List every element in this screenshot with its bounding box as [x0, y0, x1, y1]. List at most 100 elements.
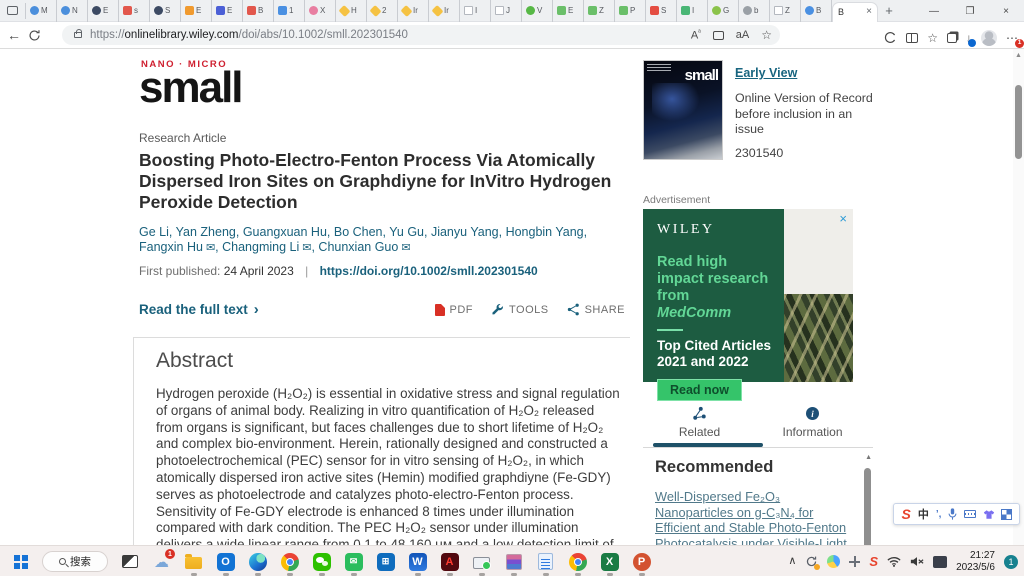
journal-cover-image[interactable]: small — [643, 60, 723, 160]
acrobat-button[interactable]: A — [439, 551, 460, 572]
ime-language-toggle[interactable]: 中 — [918, 506, 929, 522]
recommended-article-link[interactable]: Well-Dispersed Fe₂O₃ Nanoparticles on g-… — [655, 489, 847, 545]
sogou-tray-icon[interactable]: S — [869, 554, 878, 569]
sidebar-scrollbar[interactable] — [864, 468, 871, 545]
browser-tab[interactable]: s — [119, 0, 150, 22]
maximize-button[interactable]: ❐ — [952, 0, 988, 22]
tab-related[interactable]: Related — [643, 400, 756, 443]
excel-button[interactable]: X — [599, 551, 620, 572]
chrome-button[interactable] — [279, 551, 300, 572]
browser-tab[interactable]: E — [553, 0, 584, 22]
split-screen-icon[interactable] — [906, 33, 918, 43]
browser-tab[interactable]: 2 — [367, 0, 398, 22]
wifi-icon[interactable] — [887, 556, 901, 567]
browser-tab[interactable]: b — [739, 0, 770, 22]
scrollbar-thumb[interactable] — [1015, 85, 1022, 159]
edge-button[interactable] — [247, 551, 268, 572]
browser-tab[interactable]: Z — [584, 0, 615, 22]
notification-count-badge[interactable]: 1 — [1004, 555, 1018, 569]
word-button[interactable]: W — [407, 551, 428, 572]
tab-close-icon[interactable]: × — [866, 7, 872, 17]
author-link[interactable]: Changming Li — [222, 240, 299, 254]
browser-tab[interactable]: E — [88, 0, 119, 22]
browser-tab[interactable]: Ir — [429, 0, 460, 22]
sidebar-scroll-up-arrow[interactable]: ▲ — [865, 454, 872, 461]
browser-tab[interactable]: V — [522, 0, 553, 22]
chrome-button-2[interactable] — [567, 551, 588, 572]
url-text[interactable]: https://onlinelibrary.wiley.com/doi/abs/… — [90, 29, 683, 41]
ime-tray-icon[interactable] — [933, 556, 947, 568]
author-link[interactable]: Jianyu Yang — [431, 225, 499, 239]
active-tab[interactable]: B × — [832, 2, 878, 22]
profile-avatar[interactable] — [981, 30, 997, 46]
more-menu-icon[interactable]: ⋯1 — [1006, 32, 1018, 44]
browser-tab[interactable]: S — [150, 0, 181, 22]
keyboard-icon[interactable] — [964, 510, 976, 518]
widgets-weather-button[interactable]: ☁1 — [151, 551, 172, 572]
browser-tab[interactable]: S — [646, 0, 677, 22]
taskbar-clock[interactable]: 21:27 2023/5/6 — [956, 550, 995, 573]
author-link[interactable]: Ge Li — [139, 225, 169, 239]
collections-icon[interactable] — [947, 33, 957, 43]
volume-muted-icon[interactable] — [910, 556, 924, 567]
immersive-reader-icon[interactable] — [713, 31, 724, 40]
author-link[interactable]: Yan Zheng — [176, 225, 236, 239]
email-icon[interactable]: ✉ — [206, 242, 215, 254]
early-view-link[interactable]: Early View — [735, 66, 797, 80]
browser-tab[interactable]: Ir — [398, 0, 429, 22]
start-button[interactable] — [10, 551, 31, 572]
author-link[interactable]: Hongbin Yang — [506, 225, 584, 239]
new-tab-button[interactable]: + — [878, 3, 900, 18]
tools-button[interactable]: TOOLS — [491, 303, 549, 316]
task-view-button[interactable] — [119, 551, 140, 572]
microsoft-store-button[interactable]: ⊞ — [375, 551, 396, 572]
pin-tool-tray-icon[interactable] — [849, 556, 860, 567]
author-link[interactable]: Chunxian Guo — [318, 240, 398, 254]
notes-app-button[interactable] — [535, 551, 556, 572]
author-link[interactable]: Guangxuan Hu — [243, 225, 327, 239]
doi-link[interactable]: https://doi.org/10.1002/smll.202301540 — [320, 264, 538, 278]
outlook-button[interactable]: O — [215, 551, 236, 572]
back-button[interactable]: ← — [0, 27, 28, 43]
minimize-button[interactable]: — — [916, 0, 952, 22]
address-bar[interactable]: https://onlinelibrary.wiley.com/doi/abs/… — [62, 25, 780, 45]
tab-workspace-button[interactable] — [0, 3, 26, 19]
journal-logo[interactable]: NANO · MICRO small — [139, 59, 242, 106]
toolbox-grid-icon[interactable] — [1002, 510, 1011, 519]
browser-tab[interactable]: I — [677, 0, 708, 22]
mail-app-button[interactable]: ✉ — [343, 551, 364, 572]
browser-tab[interactable]: I — [460, 0, 491, 22]
microphone-icon[interactable] — [948, 508, 957, 520]
taskbar-search[interactable]: 搜索 — [42, 551, 108, 572]
file-explorer-button[interactable] — [183, 551, 204, 572]
advertisement[interactable]: WILEY Read high impact research from Med… — [643, 209, 853, 382]
screen-share-button[interactable] — [471, 551, 492, 572]
browser-tab[interactable]: H — [336, 0, 367, 22]
ime-punctuation-toggle[interactable]: ’, — [936, 509, 942, 520]
sogou-logo-icon[interactable]: S — [902, 506, 911, 522]
favorite-star-icon[interactable]: ☆ — [761, 28, 772, 42]
wechat-button[interactable] — [311, 551, 332, 572]
browser-tab[interactable]: B — [801, 0, 832, 22]
email-icon[interactable]: ✉ — [302, 242, 311, 254]
winrar-button[interactable] — [503, 551, 524, 572]
browser-tab[interactable]: Z — [770, 0, 801, 22]
ad-close-icon[interactable]: × — [839, 212, 847, 225]
browser-tab[interactable]: 1 — [274, 0, 305, 22]
sync-tray-icon[interactable] — [805, 555, 818, 568]
browser-tab[interactable]: E — [212, 0, 243, 22]
browser-tab[interactable]: G — [708, 0, 739, 22]
browser-tab[interactable]: N — [57, 0, 88, 22]
browser-tab[interactable]: E — [181, 0, 212, 22]
scroll-up-arrow[interactable]: ▲ — [1015, 52, 1022, 59]
browser-tab[interactable]: M — [26, 0, 57, 22]
share-button[interactable]: SHARE — [567, 303, 625, 316]
browser-tab[interactable]: J — [491, 0, 522, 22]
read-full-text-link[interactable]: Read the full text› — [139, 301, 259, 318]
pdf-button[interactable]: PDF — [435, 304, 474, 316]
browser-tab[interactable]: B — [243, 0, 274, 22]
powerpoint-button[interactable]: P — [631, 551, 652, 572]
author-link[interactable]: Bo Chen — [334, 225, 383, 239]
favorites-bar-icon[interactable]: ☆ — [927, 32, 938, 44]
downloads-icon[interactable]: ↓ — [966, 32, 972, 44]
